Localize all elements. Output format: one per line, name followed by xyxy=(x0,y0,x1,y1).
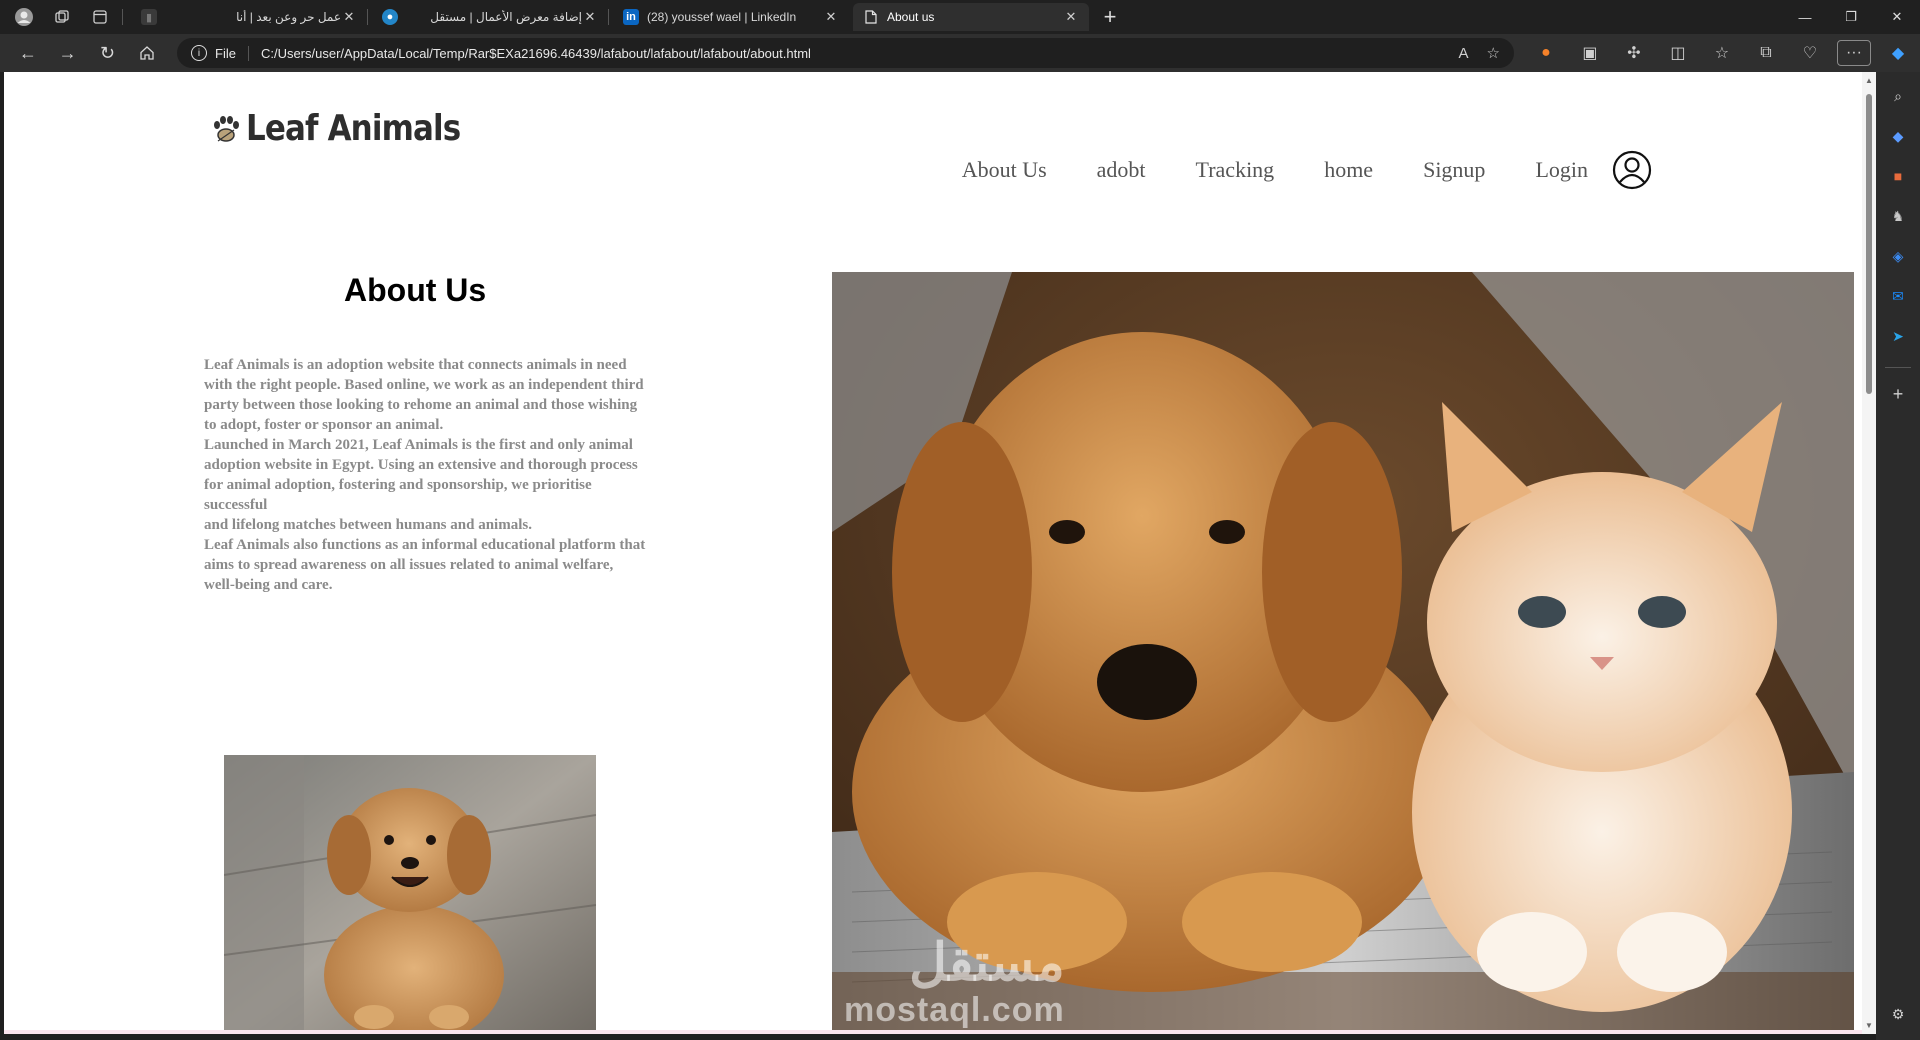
tab-title: عمل حر وعن بعد | أنا xyxy=(236,10,341,24)
user-account-icon[interactable] xyxy=(1612,150,1652,190)
about-paragraph: Leaf Animals is an adoption website that… xyxy=(204,355,654,595)
restore-icon[interactable]: ❐ xyxy=(1828,0,1874,34)
tab-3[interactable]: in (28) youssef wael | LinkedIn ✕ xyxy=(613,3,849,31)
window-controls: — ❐ ✕ xyxy=(1782,0,1920,34)
games-chess-icon[interactable]: ♞ xyxy=(1886,204,1910,228)
tab-actions-icon[interactable] xyxy=(86,3,114,31)
tab-separator xyxy=(608,9,609,25)
footer-edge xyxy=(4,1030,1862,1034)
tab-title: About us xyxy=(887,10,935,24)
close-icon[interactable]: ✕ xyxy=(1063,9,1079,25)
paw-leaf-icon xyxy=(214,115,239,142)
scroll-up-arrow-icon[interactable]: ▲ xyxy=(1864,76,1874,85)
watermark-url: mostaql.com xyxy=(844,991,1065,1029)
about-line: party between those looking to rehome an… xyxy=(204,397,638,413)
about-line: and lifelong matches between humans and … xyxy=(204,517,532,533)
nav-home[interactable]: home xyxy=(1324,157,1373,183)
about-line: with the right people. Based online, we … xyxy=(204,377,644,393)
site-info-icon[interactable]: i xyxy=(191,45,207,61)
microsoft-365-icon[interactable]: ◈ xyxy=(1886,244,1910,268)
new-tab-plus-icon[interactable]: + xyxy=(1095,4,1125,30)
tools-briefcase-icon[interactable]: ■ xyxy=(1886,164,1910,188)
telegram-icon[interactable]: ➤ xyxy=(1886,324,1910,348)
close-icon[interactable]: ✕ xyxy=(341,9,357,25)
refresh-icon[interactable]: ↻ xyxy=(88,37,128,69)
about-line: for animal adoption, fostering and spons… xyxy=(204,477,592,513)
browser-sidebar: ⌕ ◆ ■ ♞ ◈ ✉ ➤ + ⚙ xyxy=(1876,72,1920,1040)
tab-4-active[interactable]: About us ✕ xyxy=(853,3,1089,31)
nav-about-us[interactable]: About Us xyxy=(962,157,1047,183)
page-title: About Us xyxy=(344,272,487,308)
logo-text: Leaf Animals xyxy=(246,108,461,149)
linkedin-favicon: in xyxy=(623,9,639,25)
extensions-puzzle-icon[interactable]: ✣ xyxy=(1612,38,1656,68)
page-viewport: Leaf Animals About Us adobt Tracking hom… xyxy=(4,72,1862,1034)
main-nav: About Us adobt Tracking home Signup Logi… xyxy=(912,150,1652,190)
url-text[interactable]: C:/Users/user/AppData/Local/Temp/Rar$EXa… xyxy=(261,46,1441,61)
tab-favicon-generic: ▮ xyxy=(141,9,157,25)
minimize-icon[interactable]: — xyxy=(1782,0,1828,34)
scheme-label: File xyxy=(215,45,249,61)
tab-2[interactable]: ● إضافة معرض الأعمال | مستقل ✕ xyxy=(372,3,608,31)
forward-arrow-icon[interactable]: → xyxy=(48,37,88,69)
shopping-tag-icon[interactable]: ◆ xyxy=(1886,124,1910,148)
about-line: Leaf Animals also functions as an inform… xyxy=(204,537,646,553)
tab-strip: ▮ عمل حر وعن بعد | أنا ✕ ● إضافة معرض ال… xyxy=(0,0,1920,34)
puppy-photo xyxy=(224,755,596,1034)
scrollbar-thumb[interactable] xyxy=(1866,94,1872,394)
mostaql-favicon: ● xyxy=(382,9,398,25)
tab-separator xyxy=(122,9,123,25)
workspaces-icon[interactable] xyxy=(48,3,76,31)
browser-essentials-icon[interactable]: ♡ xyxy=(1788,38,1832,68)
browser-tools: ● ▣ ✣ ◫ ☆ ⧉ ♡ ··· ◆ xyxy=(1524,38,1920,68)
page-scrollbar[interactable]: ▲ ▼ xyxy=(1862,72,1876,1034)
profile-avatar-icon[interactable] xyxy=(10,3,38,31)
nav-tracking[interactable]: Tracking xyxy=(1196,157,1275,183)
nav-login[interactable]: Login xyxy=(1535,157,1588,183)
watermark-arabic: مستقل xyxy=(909,934,1065,992)
home-icon[interactable] xyxy=(127,37,167,69)
nav-adobt[interactable]: adobt xyxy=(1097,157,1146,183)
tab-title: (28) youssef wael | LinkedIn xyxy=(647,10,797,24)
read-aloud-icon[interactable]: A xyxy=(1459,45,1469,62)
sidebar-settings-gear-icon[interactable]: ⚙ xyxy=(1886,1002,1910,1026)
collections-icon[interactable]: ⧉ xyxy=(1744,38,1788,68)
favorite-star-icon[interactable]: ☆ xyxy=(1487,44,1500,62)
nav-signup[interactable]: Signup xyxy=(1423,157,1485,183)
address-bar[interactable]: i File C:/Users/user/AppData/Local/Temp/… xyxy=(177,38,1514,68)
close-window-icon[interactable]: ✕ xyxy=(1874,0,1920,34)
settings-more-icon[interactable]: ··· xyxy=(1836,40,1871,66)
close-icon[interactable]: ✕ xyxy=(823,9,839,25)
tab-title: إضافة معرض الأعمال | مستقل xyxy=(430,10,582,24)
extension-game-icon[interactable]: ▣ xyxy=(1568,38,1612,68)
puppy-kitten-photo: مستقل mostaql.com xyxy=(832,272,1854,1034)
extension-fire-icon[interactable]: ● xyxy=(1524,38,1568,68)
about-line: aims to spread awareness on all issues r… xyxy=(204,557,614,573)
scroll-down-arrow-icon[interactable]: ▼ xyxy=(1864,1021,1874,1030)
close-icon[interactable]: ✕ xyxy=(582,9,598,25)
navigation-toolbar: ← → ↻ i File C:/Users/user/AppData/Local… xyxy=(0,34,1920,72)
split-screen-icon[interactable]: ◫ xyxy=(1656,38,1700,68)
search-icon[interactable]: ⌕ xyxy=(1886,84,1910,108)
about-line: to adopt, foster or sponsor an animal. xyxy=(204,417,444,433)
copilot-icon[interactable]: ◆ xyxy=(1876,38,1920,68)
outlook-icon[interactable]: ✉ xyxy=(1886,284,1910,308)
tab-separator xyxy=(367,9,368,25)
about-line: Launched in March 2021, Leaf Animals is … xyxy=(204,437,633,453)
favorites-icon[interactable]: ☆ xyxy=(1700,38,1744,68)
back-arrow-icon[interactable]: ← xyxy=(8,37,48,69)
add-plus-icon[interactable]: + xyxy=(1886,382,1910,406)
about-line: Leaf Animals is an adoption website that… xyxy=(204,357,627,373)
sidebar-separator xyxy=(1885,367,1911,368)
site-logo[interactable]: Leaf Animals xyxy=(208,108,495,149)
document-icon xyxy=(863,9,879,25)
about-line: adoption website in Egypt. Using an exte… xyxy=(204,457,638,473)
mostaql-watermark: مستقل mostaql.com xyxy=(844,935,1065,1030)
tab-1[interactable]: ▮ عمل حر وعن بعد | أنا ✕ xyxy=(131,3,367,31)
about-line: well-being and care. xyxy=(204,577,333,593)
